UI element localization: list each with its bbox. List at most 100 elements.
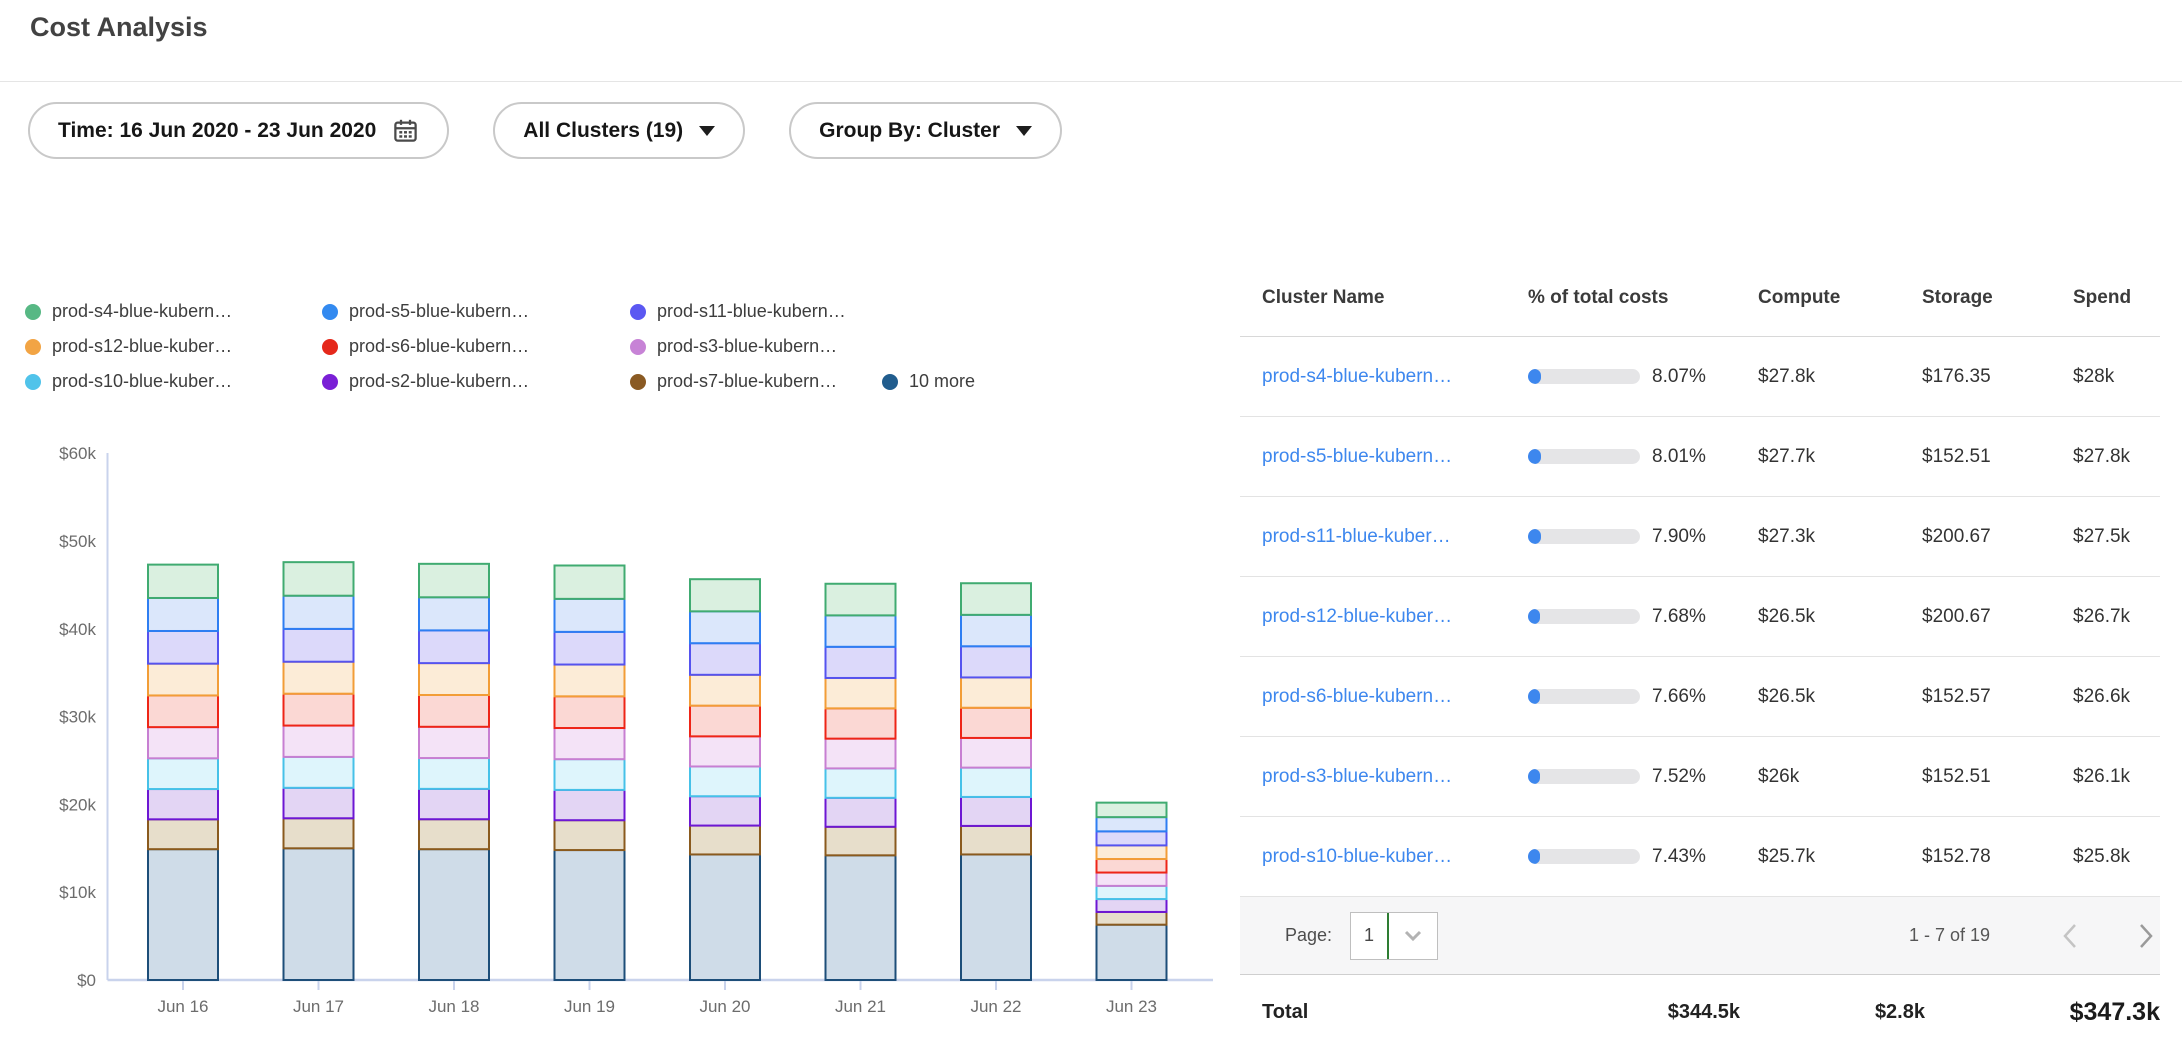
bar-segment[interactable] [826, 855, 896, 980]
bar-segment[interactable] [148, 789, 218, 819]
bar-segment[interactable] [961, 583, 1031, 615]
clusters-filter[interactable]: All Clusters (19) [493, 102, 745, 159]
bar-segment[interactable] [284, 562, 354, 596]
bar-segment[interactable] [690, 766, 760, 796]
cluster-name-link[interactable]: prod-s11-blue-kuber… [1262, 526, 1451, 547]
bar-segment[interactable] [419, 849, 489, 980]
bar-segment[interactable] [555, 599, 625, 632]
legend-item[interactable]: prod-s7-blue-kubern… [630, 371, 882, 392]
time-range-filter[interactable]: Time: 16 Jun 2020 - 23 Jun 2020 [28, 102, 449, 159]
bar-segment[interactable] [690, 796, 760, 825]
bar-segment[interactable] [826, 768, 896, 797]
bar-segment[interactable] [555, 565, 625, 598]
bar-segment[interactable] [555, 728, 625, 759]
bar-segment[interactable] [826, 615, 896, 646]
bar-segment[interactable] [419, 819, 489, 849]
bar-segment[interactable] [1097, 845, 1167, 859]
bar-segment[interactable] [148, 727, 218, 758]
bar-segment[interactable] [419, 630, 489, 663]
bar-segment[interactable] [555, 790, 625, 820]
bar-segment[interactable] [690, 643, 760, 675]
bar-segment[interactable] [690, 826, 760, 855]
bar-segment[interactable] [148, 565, 218, 598]
bar-segment[interactable] [690, 706, 760, 737]
bar-segment[interactable] [826, 584, 896, 616]
bar-segment[interactable] [419, 789, 489, 819]
bar-segment[interactable] [1097, 859, 1167, 873]
bar-segment[interactable] [555, 632, 625, 665]
bar-segment[interactable] [284, 596, 354, 629]
bar-segment[interactable] [419, 695, 489, 727]
bar-segment[interactable] [148, 598, 218, 631]
bar-segment[interactable] [419, 727, 489, 758]
bar-segment[interactable] [826, 827, 896, 856]
bar-segment[interactable] [284, 662, 354, 694]
bar-segment[interactable] [826, 739, 896, 769]
bar-segment[interactable] [1097, 873, 1167, 886]
bar-segment[interactable] [148, 695, 218, 727]
bar-segment[interactable] [555, 696, 625, 728]
bar-segment[interactable] [148, 819, 218, 849]
cluster-name-link[interactable]: prod-s10-blue-kuber… [1262, 846, 1452, 867]
legend-item[interactable]: 10 more [882, 371, 975, 392]
legend-item[interactable]: prod-s2-blue-kubern… [322, 371, 630, 392]
bar-segment[interactable] [419, 597, 489, 630]
bar-segment[interactable] [284, 757, 354, 788]
bar-segment[interactable] [690, 675, 760, 706]
groupby-filter[interactable]: Group By: Cluster [789, 102, 1062, 159]
bar-segment[interactable] [826, 678, 896, 708]
bar-segment[interactable] [284, 818, 354, 848]
legend-item[interactable]: prod-s3-blue-kubern… [630, 336, 882, 357]
bar-segment[interactable] [555, 665, 625, 697]
bar-segment[interactable] [961, 826, 1031, 855]
bar-segment[interactable] [1097, 831, 1167, 845]
bar-segment[interactable] [284, 788, 354, 818]
cluster-name-link[interactable]: prod-s12-blue-kuber… [1262, 606, 1452, 627]
bar-segment[interactable] [1097, 925, 1167, 980]
legend-item[interactable]: prod-s4-blue-kubern… [25, 301, 322, 322]
bar-segment[interactable] [148, 631, 218, 664]
bar-segment[interactable] [284, 629, 354, 662]
bar-segment[interactable] [419, 758, 489, 789]
bar-segment[interactable] [690, 579, 760, 611]
legend-item[interactable]: prod-s6-blue-kubern… [322, 336, 630, 357]
cluster-name-link[interactable]: prod-s3-blue-kubern… [1262, 766, 1452, 787]
bar-segment[interactable] [690, 854, 760, 980]
bar-segment[interactable] [961, 615, 1031, 646]
bar-segment[interactable] [690, 736, 760, 766]
next-page-button[interactable] [2138, 923, 2154, 949]
bar-segment[interactable] [148, 664, 218, 696]
bar-segment[interactable] [284, 694, 354, 726]
legend-item[interactable]: prod-s5-blue-kubern… [322, 301, 630, 322]
bar-segment[interactable] [1097, 899, 1167, 912]
bar-segment[interactable] [961, 768, 1031, 797]
bar-segment[interactable] [826, 798, 896, 827]
bar-segment[interactable] [284, 848, 354, 980]
bar-segment[interactable] [1097, 886, 1167, 899]
bar-segment[interactable] [690, 611, 760, 643]
bar-segment[interactable] [1097, 817, 1167, 831]
legend-item[interactable]: prod-s12-blue-kuber… [25, 336, 322, 357]
legend-item[interactable]: prod-s10-blue-kuber… [25, 371, 322, 392]
legend-item[interactable]: prod-s11-blue-kubern… [630, 301, 882, 322]
bar-segment[interactable] [555, 759, 625, 790]
cluster-name-link[interactable]: prod-s6-blue-kubern… [1262, 686, 1452, 707]
bar-segment[interactable] [1097, 803, 1167, 817]
bar-segment[interactable] [826, 647, 896, 678]
bar-segment[interactable] [961, 677, 1031, 707]
bar-segment[interactable] [1097, 912, 1167, 925]
bar-segment[interactable] [148, 849, 218, 980]
bar-segment[interactable] [826, 708, 896, 738]
prev-page-button[interactable] [2062, 923, 2078, 949]
bar-segment[interactable] [419, 663, 489, 695]
bar-segment[interactable] [961, 708, 1031, 738]
bar-segment[interactable] [961, 646, 1031, 677]
cluster-name-link[interactable]: prod-s5-blue-kubern… [1262, 446, 1452, 467]
bar-segment[interactable] [419, 564, 489, 597]
bar-segment[interactable] [961, 797, 1031, 826]
page-select[interactable]: 1 [1350, 912, 1438, 960]
bar-segment[interactable] [148, 758, 218, 789]
bar-segment[interactable] [284, 726, 354, 757]
bar-segment[interactable] [555, 820, 625, 850]
bar-segment[interactable] [961, 738, 1031, 768]
